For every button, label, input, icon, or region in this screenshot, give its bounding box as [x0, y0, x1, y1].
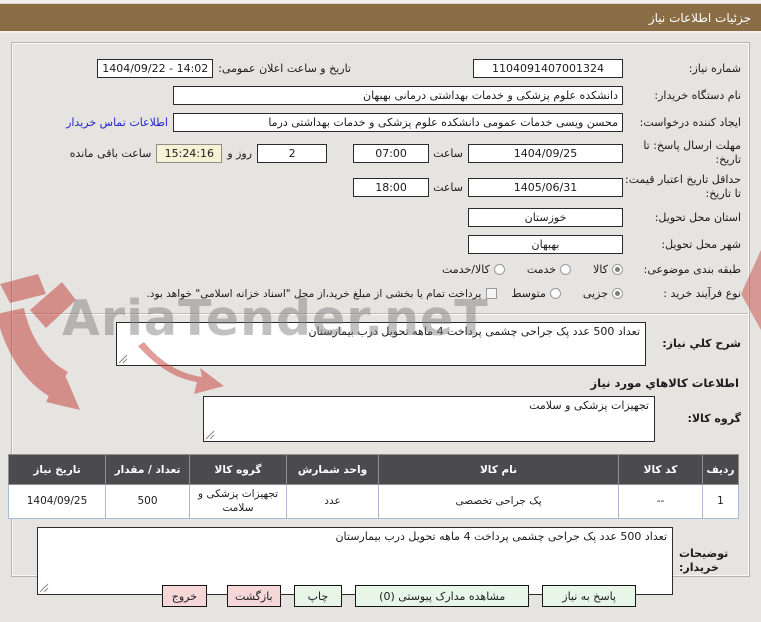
page-title: جزئیات اطلاعات نیاز — [648, 10, 751, 25]
tender-detail-window: { "window": { "title": "جزئیات اطلاعات ن… — [0, 0, 761, 622]
goods-group-textarea[interactable]: تجهیزات پزشکی و سلامت — [203, 396, 655, 442]
cell-quantity: 500 — [105, 484, 190, 519]
city-label: شهر محل تحویل: — [661, 237, 741, 251]
row-buyer-org: نام دستگاه خریدار: دانشکده علوم پزشکی و … — [12, 82, 749, 109]
cell-group: تجهیزات پزشکی و سلامت — [189, 484, 287, 519]
row-process-type: نوع فرآیند خرید : جزیی متوسط پرداخت تمام… — [12, 281, 749, 306]
radio-service[interactable] — [560, 264, 572, 275]
classification-label: طبقه بندی موضوعی: — [643, 262, 741, 276]
goods-table-header-row: ردیف کد کالا نام کالا واحد شمارش گروه کا… — [8, 454, 739, 485]
col-row-index: ردیف — [702, 454, 739, 485]
cell-unit: عدد — [286, 484, 379, 519]
buyer-contact-link[interactable]: اطلاعات تماس خریدار — [66, 116, 168, 129]
row-goods-group: گروه کالا: تجهیزات پزشکی و سلامت — [12, 392, 749, 446]
goods-group-label: گروه کالا: — [687, 412, 741, 426]
cell-need-date: 1404/09/25 — [8, 484, 106, 519]
description-textarea[interactable]: تعداد 500 عدد پک جراحی چشمی پرداخت 4 ماه… — [116, 322, 646, 366]
need-number-field[interactable]: 1104091407001324 — [473, 59, 623, 78]
goods-group-text: تجهیزات پزشکی و سلامت — [529, 399, 649, 412]
description-label: شرح کلي نياز: — [662, 337, 741, 351]
col-item-code: کد کالا — [618, 454, 703, 485]
row-city: شهر محل تحویل: بهبهان — [12, 231, 749, 258]
province-field[interactable]: خوزستان — [468, 208, 623, 227]
buyer-org-field[interactable]: دانشکده علوم پزشکی و خدمات بهداشتی درمان… — [173, 86, 623, 105]
countdown-timer: 15:24:16 — [156, 143, 223, 163]
row-need-number: شماره نیاز: 1104091407001324 تاریخ و ساع… — [12, 55, 749, 82]
cell-item-code: -- — [618, 484, 703, 519]
deadline-label: مهلت ارسال پاسخ: تا تاریخ: — [643, 139, 741, 166]
action-button-bar: پاسخ به نیاز مشاهده مدارک پیوستی (0) چاپ… — [142, 585, 636, 607]
row-creator: ایجاد کننده درخواست: محسن ویسی خدمات عمو… — [12, 109, 749, 136]
validity-date-field[interactable]: 1405/06/31 — [468, 177, 623, 197]
respond-button[interactable]: پاسخ به نیاز — [542, 585, 636, 607]
validity-label: حداقل تاریخ اعتبار قیمت: تا تاریخ: — [625, 173, 741, 200]
goods-table-row[interactable]: 1 -- پک جراحی تخصصی عدد تجهیزات پزشکی و … — [8, 484, 739, 519]
announce-datetime-field[interactable]: 1404/09/22 - 14:02 — [97, 59, 214, 78]
remaining-days-label: روز و — [227, 146, 253, 160]
announce-label: تاریخ و ساعت اعلان عمومی: — [218, 62, 351, 75]
deadline-hour-label: ساعت — [433, 146, 463, 160]
buyer-notes-text: تعداد 500 عدد پک جراحی چشمی پرداخت 4 ماه… — [335, 530, 667, 543]
col-item-name: نام کالا — [378, 454, 619, 485]
radio-goods-service-label: کالا/خدمت — [442, 263, 490, 276]
city-field[interactable]: بهبهان — [468, 235, 623, 254]
validity-hour-field[interactable]: 18:00 — [353, 177, 430, 197]
view-attachments-button[interactable]: مشاهده مدارک پیوستی (0) — [355, 585, 530, 607]
row-deadline: مهلت ارسال پاسخ: تا تاریخ: 1404/09/25 سا… — [12, 136, 749, 170]
radio-medium-label: متوسط — [511, 287, 546, 300]
row-validity: حداقل تاریخ اعتبار قیمت: تا تاریخ: 1405/… — [12, 170, 749, 204]
cell-row-index: 1 — [702, 484, 739, 519]
exit-button[interactable]: خروج — [161, 585, 208, 607]
radio-goods-service[interactable] — [493, 264, 505, 275]
description-text: تعداد 500 عدد پک جراحی چشمی پرداخت 4 ماه… — [308, 325, 640, 338]
province-label: استان محل تحویل: — [654, 210, 741, 224]
radio-goods-label: کالا — [593, 263, 608, 276]
deadline-date-field[interactable]: 1404/09/25 — [468, 143, 623, 163]
remaining-suffix-label: ساعت باقی مانده — [69, 146, 152, 160]
col-unit: واحد شمارش — [286, 454, 379, 485]
section-divider — [13, 313, 748, 315]
creator-label: ایجاد کننده درخواست: — [639, 115, 741, 129]
treasury-checkbox[interactable] — [486, 288, 498, 299]
need-details-panel: شماره نیاز: 1104091407001324 تاریخ و ساع… — [8, 42, 750, 595]
col-quantity: تعداد / مقدار — [105, 454, 190, 485]
creator-field[interactable]: محسن ویسی خدمات عمومی دانشکده علوم پزشکی… — [173, 113, 623, 132]
validity-hour-label: ساعت — [433, 180, 463, 194]
window-title-bar: جزئیات اطلاعات نیاز — [0, 4, 761, 33]
cell-item-name: پک جراحی تخصصی — [378, 484, 619, 519]
row-description: شرح کلي نياز: تعداد 500 عدد پک جراحی چشم… — [12, 318, 749, 370]
print-button[interactable]: چاپ — [293, 585, 343, 607]
resize-grip-icon[interactable] — [205, 430, 215, 440]
radio-goods[interactable] — [612, 264, 623, 275]
radio-partial-label: جزیی — [582, 287, 608, 300]
row-province: استان محل تحویل: خوزستان — [12, 204, 749, 231]
remaining-days-field: 2 — [257, 143, 328, 163]
goods-table: ردیف کد کالا نام کالا واحد شمارش گروه کا… — [8, 454, 739, 519]
process-label: نوع فرآیند خرید : — [663, 286, 741, 300]
need-number-label: شماره نیاز: — [688, 61, 741, 75]
row-classification: طبقه بندی موضوعی: کالا خدمت کالا/خدمت — [12, 258, 749, 281]
buyer-notes-label: توضیحات خریدار: — [679, 547, 729, 574]
radio-service-label: خدمت — [526, 263, 557, 276]
col-need-date: تاریخ نیاز — [8, 454, 106, 485]
radio-medium[interactable] — [549, 288, 561, 299]
deadline-hour-field[interactable]: 07:00 — [353, 143, 430, 163]
buyer-org-label: نام دستگاه خریدار: — [654, 88, 741, 102]
resize-grip-icon[interactable] — [118, 354, 128, 364]
radio-partial[interactable] — [612, 288, 623, 299]
back-button[interactable]: بازگشت — [227, 585, 281, 607]
col-group: گروه کالا — [189, 454, 287, 485]
goods-section-title: اطلاعات کالاهاي مورد نياز — [590, 376, 739, 390]
resize-grip-icon[interactable] — [39, 583, 49, 593]
treasury-note-label: پرداخت تمام یا بخشی از مبلغ خرید،از محل … — [146, 287, 482, 300]
